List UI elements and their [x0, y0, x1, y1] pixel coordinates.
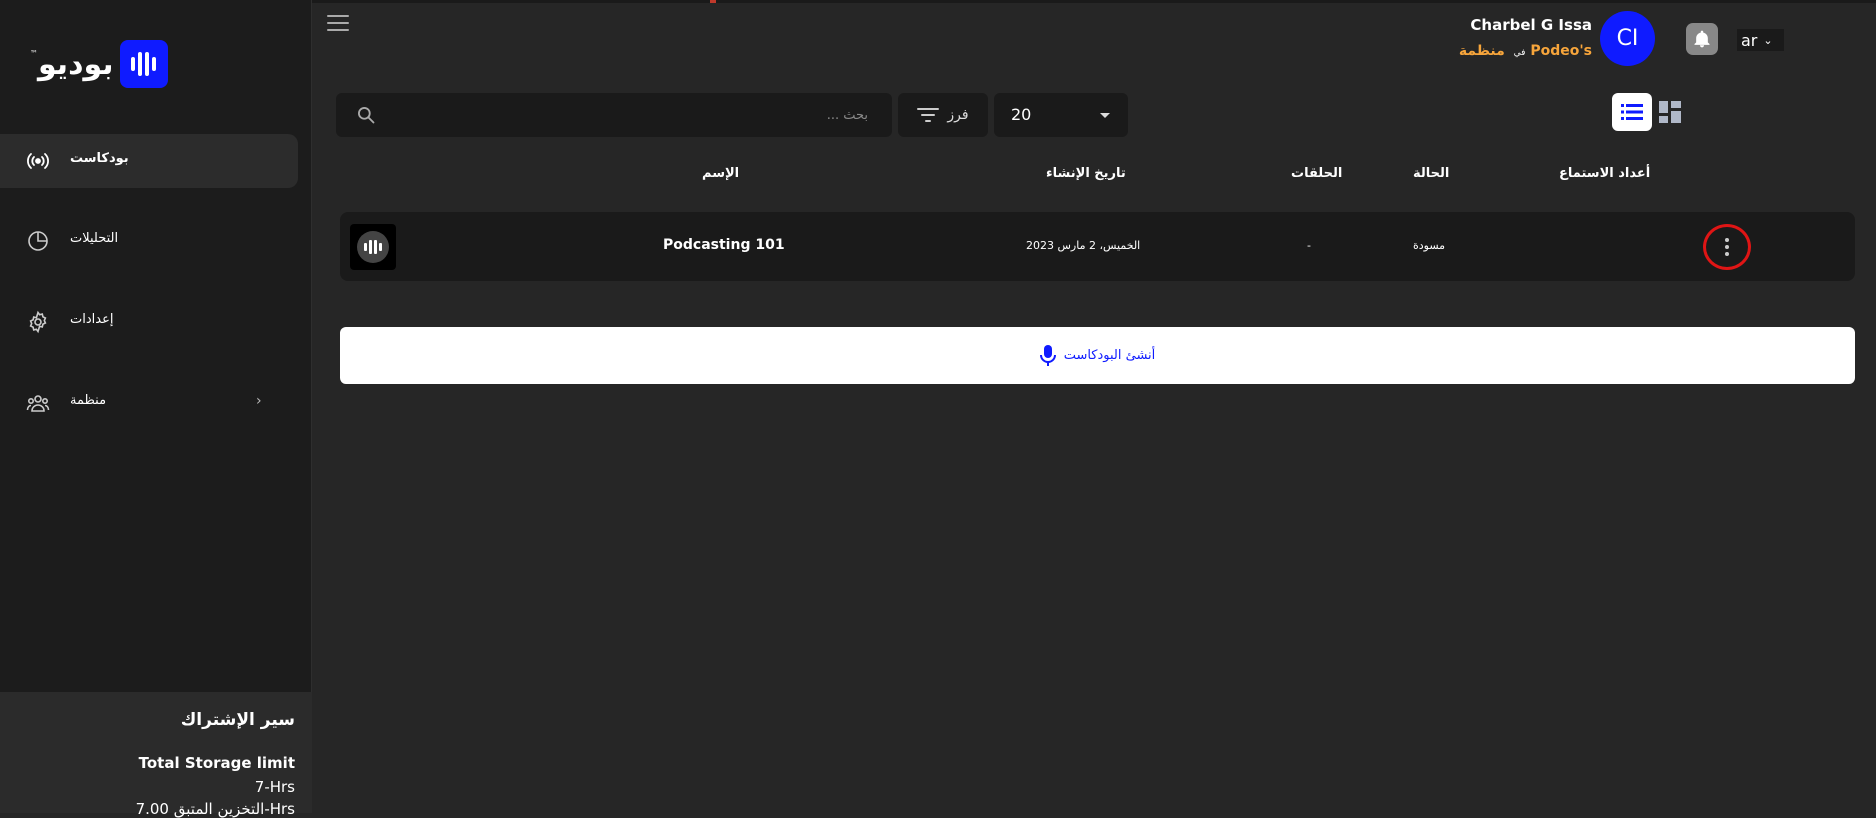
column-header-created[interactable]: تاريخ الإنشاء [1046, 166, 1126, 181]
sidebar-item-settings[interactable]: إعدادات [0, 295, 298, 349]
sort-button[interactable]: فرز [898, 93, 988, 137]
search-input[interactable] [388, 103, 868, 127]
language-value: ar [1741, 30, 1758, 50]
app-logo[interactable]: ™ بوديو [30, 40, 168, 88]
column-header-name[interactable]: الإسم [702, 166, 739, 181]
row-more-options-button[interactable] [1703, 224, 1751, 270]
org-name: منظمة Podeo's [1458, 43, 1592, 59]
grid-view-icon[interactable] [1658, 100, 1682, 124]
sidebar-item-label: بودكاست [70, 151, 129, 166]
user-name: Charbel G Issa [1470, 16, 1592, 34]
caret-down-icon [1100, 113, 1110, 118]
bell-icon [1694, 30, 1710, 48]
notifications-button[interactable] [1686, 23, 1718, 55]
microphone-icon [1039, 344, 1056, 366]
org-prefix: في [1513, 48, 1526, 58]
search-icon [358, 107, 375, 124]
create-podcast-label: أنشئ البودكاست [1063, 348, 1156, 363]
users-icon [26, 395, 50, 412]
list-view-button[interactable] [1612, 93, 1652, 131]
subscription-title: سير الإشتراك [180, 710, 295, 730]
gear-icon [29, 310, 47, 334]
avatar[interactable]: CI [1600, 11, 1655, 66]
language-select[interactable]: ar ⌄ [1737, 29, 1784, 51]
subscription-panel: سير الإشتراك Total Storage limit 7-Hrs ا… [0, 692, 312, 818]
sort-label: فرز [947, 107, 969, 123]
chevron-right-icon[interactable]: › [256, 393, 262, 409]
logo-text: بوديو [38, 46, 114, 82]
sidebar-item-podcasts[interactable]: بودكاست [0, 134, 298, 188]
storage-limit-value: 7-Hrs [254, 778, 295, 796]
filter-icon [917, 108, 940, 122]
storage-limit-label: Total Storage limit [138, 754, 295, 772]
sidebar-item-organization[interactable]: منظمة › [0, 376, 298, 430]
top-border-accent [710, 0, 716, 3]
per-page-value: 20 [1011, 105, 1032, 124]
chevron-down-icon: ⌄ [1763, 33, 1773, 47]
broadcast-icon [27, 153, 49, 169]
sidebar: ™ بوديو بودكاست التحليلات إعدادات منظمة … [0, 0, 312, 818]
podcast-name[interactable]: Podcasting 101 [663, 237, 785, 253]
sidebar-item-label: منظمة [70, 393, 107, 408]
logo-trademark: ™ [30, 48, 38, 58]
podcast-status: مسودة [1413, 239, 1446, 252]
per-page-select[interactable]: 20 [994, 93, 1128, 137]
user-organization: في منظمة Podeo's [1459, 43, 1592, 59]
logo-icon [119, 40, 168, 88]
create-podcast-button[interactable]: أنشئ البودكاست [340, 327, 1855, 384]
podcast-thumbnail [350, 224, 396, 270]
podcast-created-date: الخميس، 2 مارس 2023 [1026, 239, 1141, 252]
podcast-episodes: - [1307, 239, 1311, 252]
search-box [336, 93, 892, 137]
sidebar-item-label: إعدادات [70, 312, 114, 327]
menu-toggle-button[interactable] [327, 15, 349, 33]
column-header-status[interactable]: الحالة [1413, 166, 1449, 181]
storage-remaining: التخزين المتبق 7.00-Hrs [135, 800, 295, 818]
list-icon [1621, 104, 1643, 120]
pie-chart-icon [28, 231, 48, 251]
column-header-episodes[interactable]: الحلقات [1291, 166, 1342, 181]
sidebar-item-label: التحليلات [70, 231, 119, 246]
logo-wordmark: ™ بوديو [30, 46, 114, 82]
sidebar-item-analytics[interactable]: التحليلات [0, 214, 298, 268]
column-header-listens[interactable]: أعداد الاستماع [1559, 166, 1650, 181]
table-row[interactable]: Podcasting 101 الخميس، 2 مارس 2023 - مسو… [340, 212, 1855, 281]
